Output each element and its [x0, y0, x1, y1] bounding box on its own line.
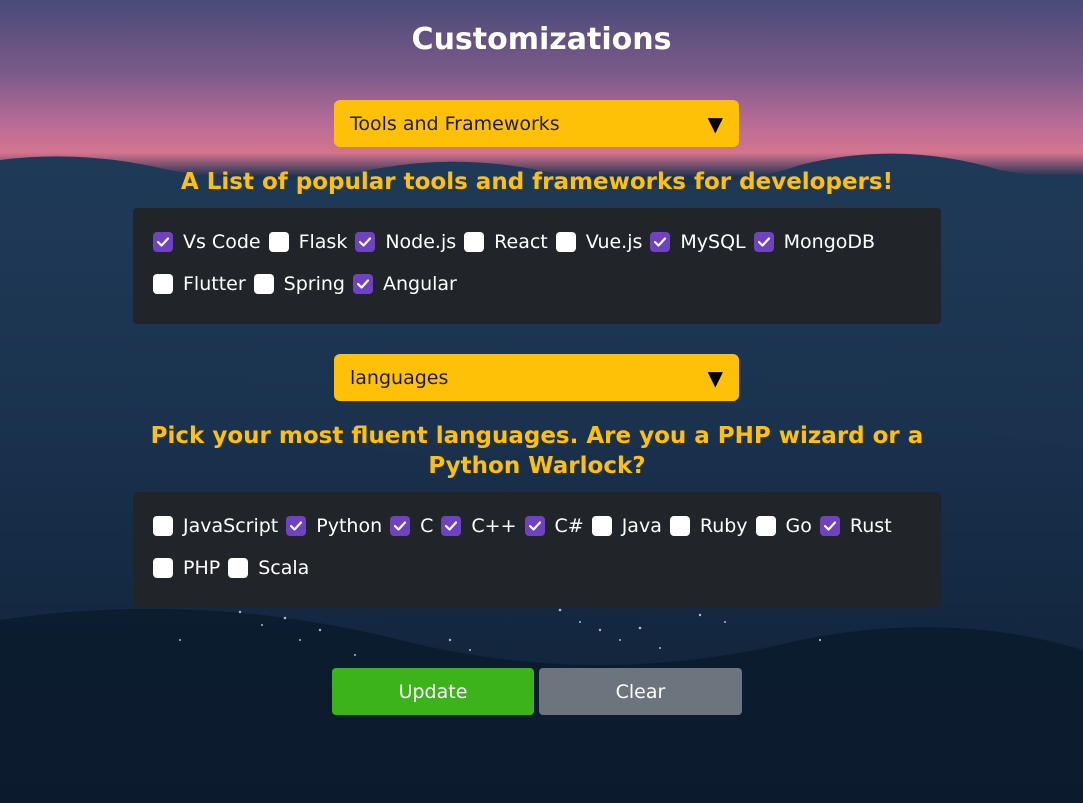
- checkbox-label: Scala: [258, 557, 310, 579]
- checkbox[interactable]: [153, 274, 173, 294]
- checkbox[interactable]: [755, 516, 776, 536]
- check-icon: [654, 237, 667, 247]
- checkbox-label: Ruby: [699, 515, 748, 537]
- checkbox-option-java[interactable]: Java: [591, 514, 662, 538]
- checkbox[interactable]: [753, 232, 774, 252]
- checkbox[interactable]: [286, 516, 307, 536]
- checkbox-option-rust[interactable]: Rust: [819, 514, 892, 538]
- checkbox-option-php[interactable]: PHP: [153, 556, 220, 580]
- checkbox[interactable]: [390, 516, 411, 536]
- check-icon: [394, 521, 407, 531]
- checkbox-label: Angular: [382, 273, 457, 295]
- checkbox[interactable]: [153, 558, 173, 578]
- caret-down-icon: ▼: [707, 111, 723, 136]
- checkbox[interactable]: [591, 516, 612, 536]
- languages-heading: Pick your most fluent languages. Are you…: [150, 423, 924, 479]
- clear-button[interactable]: Clear: [539, 668, 742, 715]
- customizations-page: Customizations Tools and Frameworks ▼ A …: [0, 0, 1083, 803]
- tools-options-panel: Vs Code Flask Node.js React Vue.js MySQL Mongo…: [133, 208, 941, 324]
- checkbox[interactable]: [228, 558, 249, 578]
- checkbox-label: Vue.js: [585, 231, 643, 253]
- checkbox-option-javascript[interactable]: JavaScript: [153, 514, 278, 538]
- checkbox[interactable]: [268, 232, 289, 252]
- checkbox-option-mongodb[interactable]: MongoDB: [753, 230, 876, 254]
- checkbox-option-react[interactable]: React: [464, 230, 548, 254]
- check-icon: [290, 521, 303, 531]
- checkbox-label: Spring: [283, 273, 345, 295]
- checkbox-option-csharp[interactable]: C#: [524, 514, 584, 538]
- checkbox-label: MongoDB: [783, 231, 876, 253]
- tools-dropdown-label: Tools and Frameworks: [350, 112, 560, 135]
- checkbox-label: Flask: [298, 231, 348, 253]
- checkbox-label: Java: [621, 515, 662, 537]
- checkbox-label: Go: [785, 515, 812, 537]
- languages-options-list: JavaScript Python C C++ C# Java Ruby Go Rust PHP S…: [153, 514, 933, 580]
- checkbox-option-vue-js[interactable]: Vue.js: [555, 230, 643, 254]
- checkbox-option-ruby[interactable]: Ruby: [669, 514, 748, 538]
- caret-down-icon: ▼: [707, 365, 723, 390]
- checkbox-label: Flutter: [183, 273, 246, 295]
- checkbox-option-cplusplus[interactable]: C++: [441, 514, 517, 538]
- languages-dropdown-label: languages: [350, 366, 449, 389]
- checkbox-label: Node.js: [385, 231, 457, 253]
- checkbox-label: C: [420, 515, 434, 537]
- checkbox[interactable]: [819, 516, 840, 536]
- checkbox[interactable]: [524, 516, 545, 536]
- checkbox-option-spring[interactable]: Spring: [253, 272, 345, 296]
- checkbox-label: MySQL: [680, 231, 746, 253]
- checkbox[interactable]: [441, 516, 462, 536]
- checkbox-label: C++: [471, 515, 517, 537]
- languages-options-panel: JavaScript Python C C++ C# Java Ruby Go Rust PHP S…: [133, 492, 941, 608]
- checkbox-option-mysql[interactable]: MySQL: [650, 230, 746, 254]
- languages-dropdown[interactable]: languages ▼: [334, 354, 739, 401]
- check-icon: [445, 521, 458, 531]
- checkbox-option-angular[interactable]: Angular: [352, 272, 457, 296]
- checkbox-label: JavaScript: [183, 515, 279, 537]
- check-icon: [757, 237, 770, 247]
- check-icon: [528, 521, 541, 531]
- tools-dropdown[interactable]: Tools and Frameworks ▼: [334, 100, 739, 147]
- page-title: Customizations: [411, 22, 672, 57]
- checkbox[interactable]: [650, 232, 671, 252]
- checkbox[interactable]: [352, 274, 373, 294]
- checkbox-option-scala[interactable]: Scala: [228, 556, 309, 580]
- tools-heading: A List of popular tools and frameworks f…: [180, 169, 894, 195]
- checkbox-label: Python: [316, 515, 383, 537]
- checkbox[interactable]: [253, 274, 274, 294]
- checkbox-option-c[interactable]: C: [390, 514, 433, 538]
- checkbox-label: Vs Code: [183, 231, 261, 253]
- checkbox-option-node-js[interactable]: Node.js: [355, 230, 456, 254]
- checkbox-label: React: [494, 231, 548, 253]
- check-icon: [823, 521, 836, 531]
- tools-options-list: Vs Code Flask Node.js React Vue.js MySQL Mongo…: [153, 230, 933, 296]
- checkbox[interactable]: [355, 232, 376, 252]
- checkbox-option-flutter[interactable]: Flutter: [153, 272, 246, 296]
- checkbox[interactable]: [153, 516, 173, 536]
- checkbox[interactable]: [153, 232, 173, 252]
- checkbox[interactable]: [669, 516, 690, 536]
- checkbox-option-vs-code[interactable]: Vs Code: [153, 230, 261, 254]
- checkbox-label: PHP: [183, 557, 221, 579]
- check-icon: [356, 279, 369, 289]
- checkbox[interactable]: [555, 232, 576, 252]
- checkbox-option-go[interactable]: Go: [755, 514, 812, 538]
- checkbox-label: Rust: [849, 515, 892, 537]
- checkbox-option-flask[interactable]: Flask: [268, 230, 348, 254]
- check-icon: [157, 237, 169, 247]
- check-icon: [359, 237, 372, 247]
- checkbox-label: C#: [554, 515, 584, 537]
- checkbox[interactable]: [464, 232, 485, 252]
- update-button[interactable]: Update: [332, 668, 534, 715]
- checkbox-option-python[interactable]: Python: [286, 514, 382, 538]
